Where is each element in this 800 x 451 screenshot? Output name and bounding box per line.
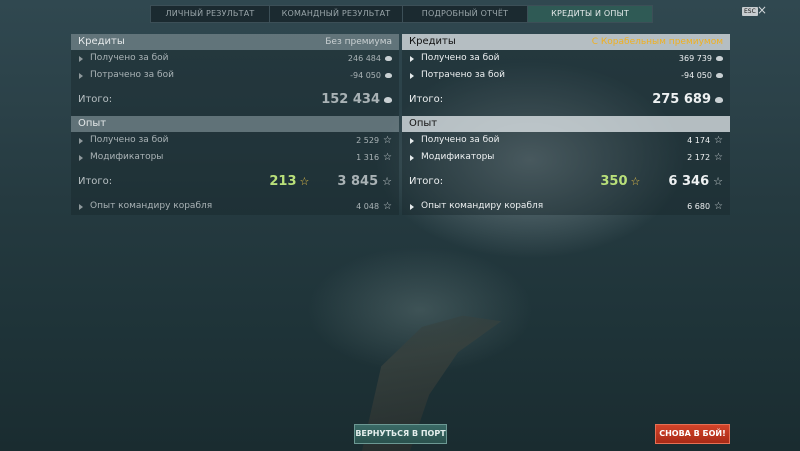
row-label: Опыт командиру корабля [421,201,544,211]
triangle-right-icon[interactable] [410,154,414,161]
xp-total-row: Итого: 213 ☆ 3 845 ☆ [71,166,399,198]
star-icon: ☆ [714,135,723,146]
triangle-right-icon[interactable] [410,55,414,62]
star-icon: ☆ [383,201,392,212]
credit-coin-icon [385,73,392,78]
xp-block: Получено за бой 2 529 ☆ Модификаторы 1 31… [71,132,399,215]
triangle-right-icon[interactable] [410,203,414,210]
esc-key-hint: ESC [742,7,758,16]
star-icon: ☆ [713,175,723,188]
tab-personal-result[interactable]: ЛИЧНЫЙ РЕЗУЛЬТАТ [151,6,270,22]
credits-row-earned: Получено за бой 246 484 [71,50,399,67]
row-value: 246 484 [347,54,381,63]
row-label: Получено за бой [421,53,500,63]
close-icon[interactable]: × [757,3,767,17]
credit-coin-icon [716,56,723,61]
star-icon: ☆ [383,135,392,146]
credit-coin-icon [716,73,723,78]
star-icon: ☆ [714,201,723,212]
credits-header-title: Кредиты [409,36,456,47]
total-label: Итого: [78,94,113,105]
credit-coin-icon [715,97,723,103]
row-value: -94 050 [350,71,381,80]
panel-premium: Кредиты С Корабельным премиумом Получено… [402,34,730,215]
row-value: 1 316 [356,153,380,162]
credits-header-subtitle: Без премиума [325,37,392,47]
tab-credits-and-xp[interactable]: КРЕДИТЫ И ОПЫТ [528,6,652,22]
credits-header-title: Кредиты [78,36,125,47]
elite-xp-value: 213 [269,174,297,189]
row-label: Опыт командиру корабля [90,201,213,211]
credits-row-spent: Потрачено за бой -94 050 [71,67,399,84]
credits-total-row: Итого: 152 434 [71,84,399,116]
credits-header: Кредиты С Корабельным премиумом [402,34,730,50]
credits-total-value: 152 434 [321,92,380,107]
total-label: Итого: [409,94,444,105]
return-to-port-button[interactable]: ВЕРНУТЬСЯ В ПОРТ [354,424,447,444]
credits-row-earned: Получено за бой 369 739 [402,50,730,67]
credits-block: Получено за бой 369 739 Потрачено за бой… [402,50,730,116]
row-value: -94 050 [681,71,712,80]
tab-team-result[interactable]: КОМАНДНЫЙ РЕЗУЛЬТАТ [270,6,403,22]
credits-header: Кредиты Без премиума [71,34,399,50]
star-icon: ☆ [382,175,392,188]
credits-row-spent: Потрачено за бой -94 050 [402,67,730,84]
row-label: Получено за бой [90,135,169,145]
total-label: Итого: [78,176,113,187]
triangle-right-icon[interactable] [410,137,414,144]
panel-no-premium: Кредиты Без премиума Получено за бой 246… [71,34,399,215]
row-label: Получено за бой [421,135,500,145]
commander-xp-row: Опыт командиру корабля 6 680 ☆ [402,198,730,215]
elite-star-icon: ☆ [299,175,310,188]
credit-coin-icon [385,56,392,61]
elite-xp-value: 350 [600,174,628,189]
row-label: Модификаторы [421,152,495,162]
total-label: Итого: [409,176,444,187]
xp-row-earned: Получено за бой 4 174 ☆ [402,132,730,149]
row-value: 2 172 [687,153,711,162]
row-label: Получено за бой [90,53,169,63]
credits-block: Получено за бой 246 484 Потрачено за бой… [71,50,399,116]
row-value: 2 529 [356,136,380,145]
row-value: 6 680 [687,202,711,211]
row-value: 4 048 [356,202,380,211]
row-label: Потрачено за бой [90,70,174,80]
triangle-right-icon[interactable] [79,55,83,62]
xp-header-title: Опыт [409,118,438,129]
xp-header-title: Опыт [78,118,107,129]
row-label: Потрачено за бой [421,70,505,80]
xp-row-modifiers: Модификаторы 1 316 ☆ [71,149,399,166]
xp-row-earned: Получено за бой 2 529 ☆ [71,132,399,149]
xp-row-modifiers: Модификаторы 2 172 ☆ [402,149,730,166]
triangle-right-icon[interactable] [79,154,83,161]
xp-header: Опыт [402,116,730,132]
xp-total-value: 6 346 [668,174,710,189]
credits-total-row: Итого: 275 689 [402,84,730,116]
commander-xp-row: Опыт командиру корабля 4 048 ☆ [71,198,399,215]
star-icon: ☆ [383,152,392,163]
triangle-right-icon[interactable] [79,72,83,79]
battle-again-button[interactable]: СНОВА В БОЙ! [655,424,730,444]
credits-header-subtitle: С Корабельным премиумом [591,37,723,47]
row-label: Модификаторы [90,152,164,162]
elite-star-icon: ☆ [630,175,641,188]
triangle-right-icon[interactable] [79,203,83,210]
results-tabs: ЛИЧНЫЙ РЕЗУЛЬТАТ КОМАНДНЫЙ РЕЗУЛЬТАТ ПОД… [150,5,653,23]
xp-block: Получено за бой 4 174 ☆ Модификаторы 2 17… [402,132,730,215]
row-value: 4 174 [687,136,711,145]
xp-header: Опыт [71,116,399,132]
row-value: 369 739 [678,54,712,63]
xp-total-value: 3 845 [337,174,379,189]
credits-total-value: 275 689 [652,92,711,107]
tab-detailed-report[interactable]: ПОДРОБНЫЙ ОТЧЁТ [403,6,528,22]
triangle-right-icon[interactable] [410,72,414,79]
triangle-right-icon[interactable] [79,137,83,144]
star-icon: ☆ [714,152,723,163]
xp-total-row: Итого: 350 ☆ 6 346 ☆ [402,166,730,198]
credit-coin-icon [384,97,392,103]
